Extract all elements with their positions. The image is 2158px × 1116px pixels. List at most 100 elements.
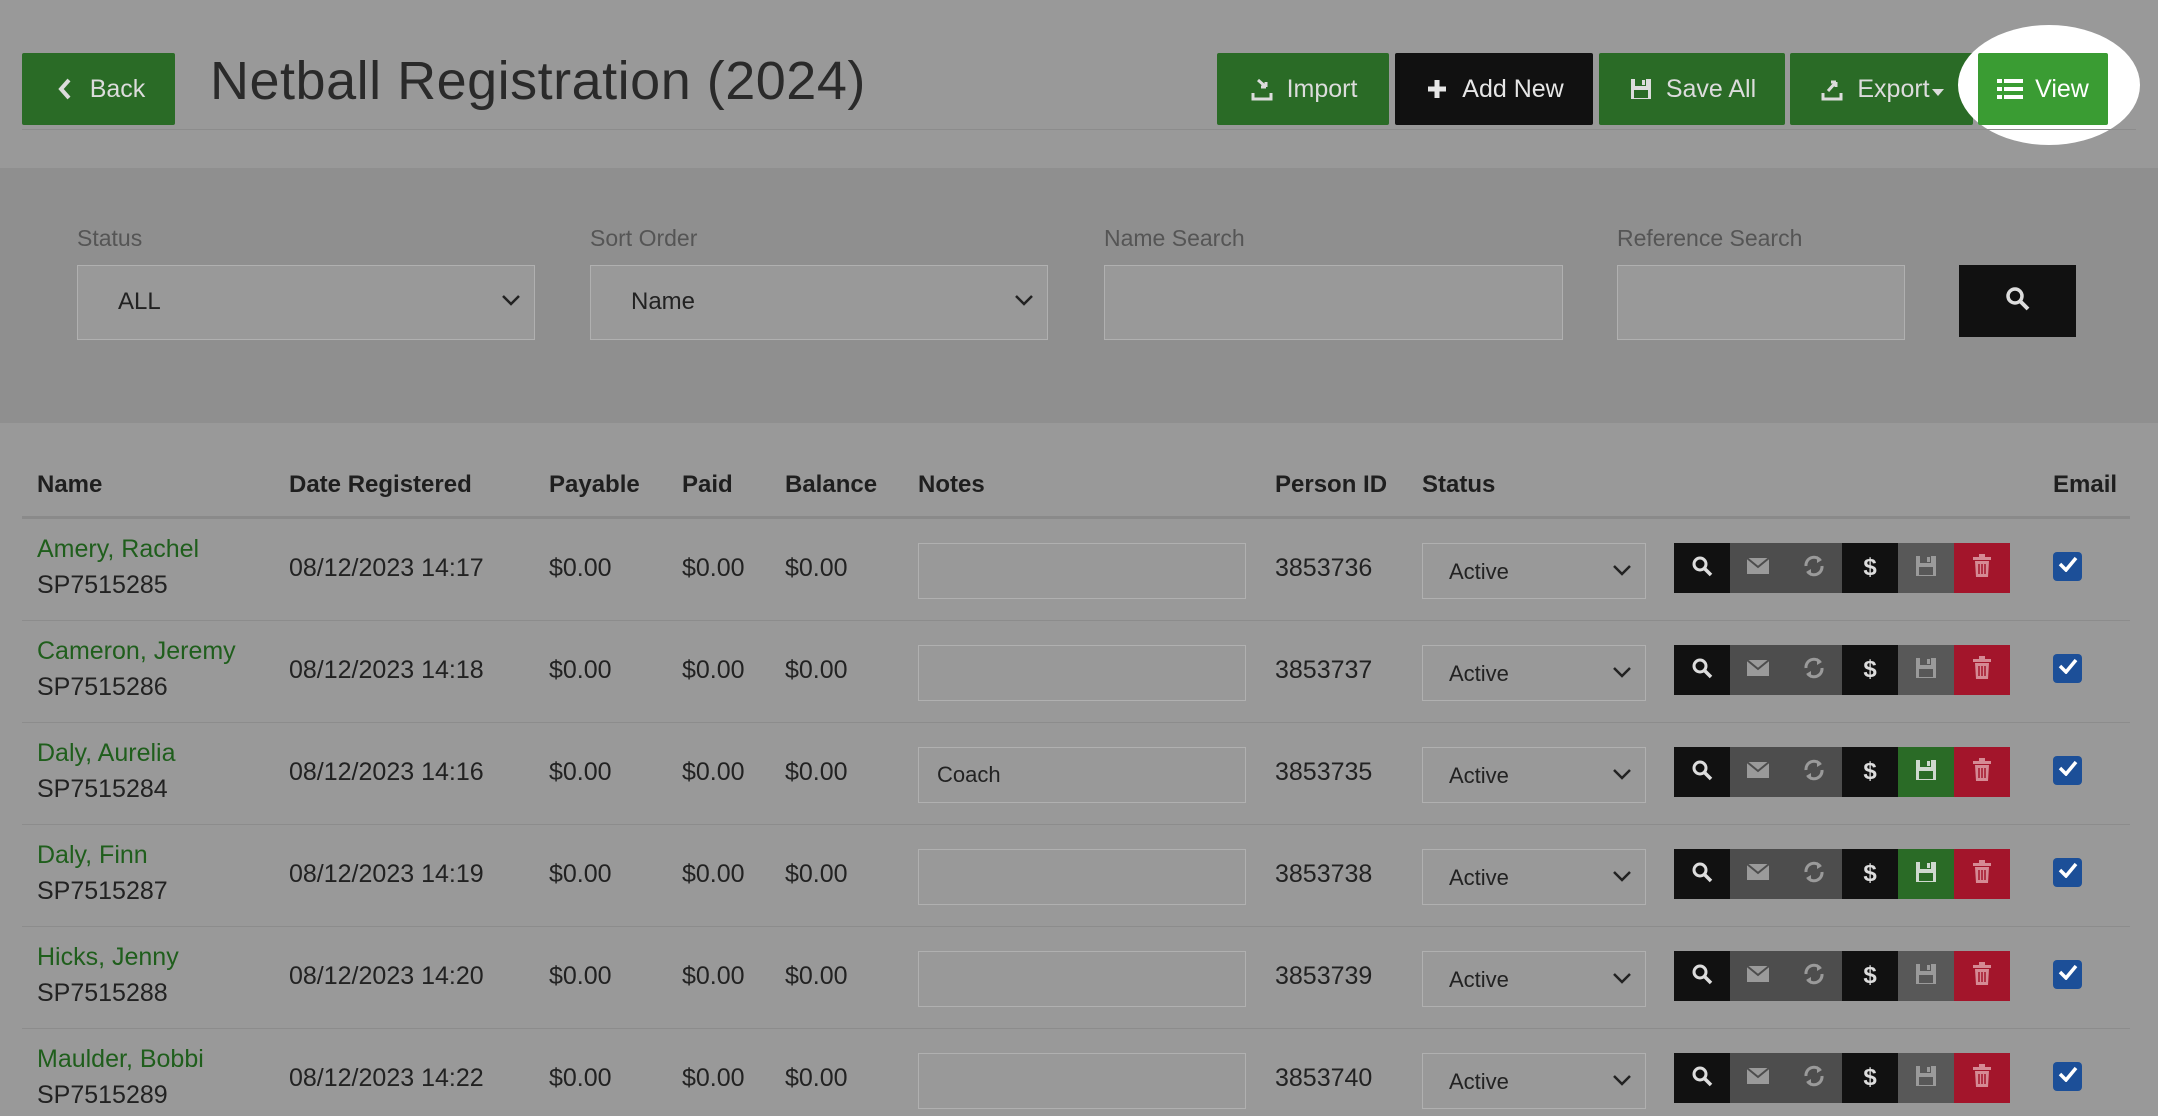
chevron-down-icon [502,293,520,311]
email-checkbox[interactable] [2053,756,2082,785]
person-id: 3853735 [1275,758,1373,786]
person-id: 3853740 [1275,1064,1373,1092]
email-checkbox[interactable] [2053,960,2082,989]
email-checkbox[interactable] [2053,1062,2082,1091]
search-button[interactable] [1959,265,2076,337]
refresh-icon [1802,656,1826,685]
date-registered: 08/12/2023 14:16 [289,758,484,786]
view-button[interactable]: View [1978,53,2108,125]
name-search-input[interactable] [1104,265,1563,340]
checkmark-icon [2058,862,2078,883]
email-checkbox[interactable] [2053,858,2082,887]
page-title: Netball Registration (2024) [210,51,866,111]
status-select[interactable]: Active [1422,1053,1646,1109]
email-record-button[interactable] [1730,849,1786,899]
refresh-record-button[interactable] [1786,1053,1842,1103]
view-record-button[interactable] [1674,645,1730,695]
name-search-label: Name Search [1104,225,1245,251]
row-actions: $ [1674,645,2010,695]
notes-input[interactable] [918,951,1246,1007]
add-new-button-label: Add New [1462,74,1564,103]
registrant-name-link[interactable]: Maulder, Bobbi [37,1045,204,1074]
payment-button[interactable]: $ [1842,747,1898,797]
status-filter-value: ALL [118,288,161,315]
reference-search-input[interactable] [1617,265,1905,340]
save-record-button[interactable] [1898,543,1954,593]
email-checkbox[interactable] [2053,654,2082,683]
notes-input[interactable] [918,645,1246,701]
registrant-name-link[interactable]: Amery, Rachel [37,535,199,564]
delete-record-button[interactable] [1954,645,2010,695]
status-select[interactable]: Active [1422,543,1646,599]
date-registered: 08/12/2023 14:20 [289,962,484,990]
chevron-down-icon [1613,767,1631,785]
email-record-button[interactable] [1730,747,1786,797]
refresh-record-button[interactable] [1786,951,1842,1001]
paid-amount: $0.00 [682,860,745,888]
status-select-value: Active [1449,967,1509,992]
floppy-icon [1915,861,1937,888]
email-checkbox[interactable] [2053,552,2082,581]
paid-amount: $0.00 [682,758,745,786]
registrant-name-link[interactable]: Cameron, Jeremy [37,637,236,666]
person-id: 3853739 [1275,962,1373,990]
registrant-name-link[interactable]: Hicks, Jenny [37,943,179,972]
email-record-button[interactable] [1730,543,1786,593]
view-record-button[interactable] [1674,1053,1730,1103]
view-record-button[interactable] [1674,543,1730,593]
sort-order-select[interactable]: Name [590,265,1048,340]
status-select-value: Active [1449,661,1509,686]
save-record-button[interactable] [1898,645,1954,695]
balance-amount: $0.00 [785,758,848,786]
status-select[interactable]: Active [1422,645,1646,701]
view-record-button[interactable] [1674,951,1730,1001]
registrant-name-link[interactable]: Daly, Aurelia [37,739,176,768]
notes-input[interactable] [918,543,1246,599]
delete-record-button[interactable] [1954,951,2010,1001]
view-record-button[interactable] [1674,747,1730,797]
column-header-name: Name [37,471,103,498]
balance-amount: $0.00 [785,860,848,888]
save-record-button[interactable] [1898,747,1954,797]
payment-button[interactable]: $ [1842,1053,1898,1103]
payment-button[interactable]: $ [1842,951,1898,1001]
payment-button[interactable]: $ [1842,645,1898,695]
import-button[interactable]: Import [1217,53,1389,125]
refresh-record-button[interactable] [1786,747,1842,797]
search-icon [1691,1065,1713,1092]
back-button[interactable]: Back [22,53,175,125]
save-record-button[interactable] [1898,849,1954,899]
notes-input[interactable]: Coach [918,747,1246,803]
payment-button[interactable]: $ [1842,849,1898,899]
registrant-name-link[interactable]: Daly, Finn [37,841,148,870]
export-dropdown-button[interactable]: Export [1790,53,1973,125]
add-new-button[interactable]: Add New [1395,53,1593,125]
refresh-record-button[interactable] [1786,849,1842,899]
delete-record-button[interactable] [1954,747,2010,797]
status-select[interactable]: Active [1422,747,1646,803]
person-id: 3853737 [1275,656,1373,684]
payment-button[interactable]: $ [1842,543,1898,593]
delete-record-button[interactable] [1954,1053,2010,1103]
notes-input[interactable] [918,849,1246,905]
email-record-button[interactable] [1730,645,1786,695]
svg-text:$: $ [1863,860,1877,885]
date-registered: 08/12/2023 14:17 [289,554,484,582]
date-registered: 08/12/2023 14:19 [289,860,484,888]
refresh-record-button[interactable] [1786,543,1842,593]
email-record-button[interactable] [1730,951,1786,1001]
checkmark-icon [2058,964,2078,985]
save-record-button[interactable] [1898,951,1954,1001]
delete-record-button[interactable] [1954,849,2010,899]
save-record-button[interactable] [1898,1053,1954,1103]
delete-record-button[interactable] [1954,543,2010,593]
refresh-record-button[interactable] [1786,645,1842,695]
notes-input[interactable] [918,1053,1246,1109]
view-record-button[interactable] [1674,849,1730,899]
save-all-button[interactable]: Save All [1599,53,1785,125]
status-select[interactable]: Active [1422,951,1646,1007]
status-filter-select[interactable]: ALL [77,265,535,340]
dollar-icon: $ [1862,961,1878,992]
status-select[interactable]: Active [1422,849,1646,905]
email-record-button[interactable] [1730,1053,1786,1103]
